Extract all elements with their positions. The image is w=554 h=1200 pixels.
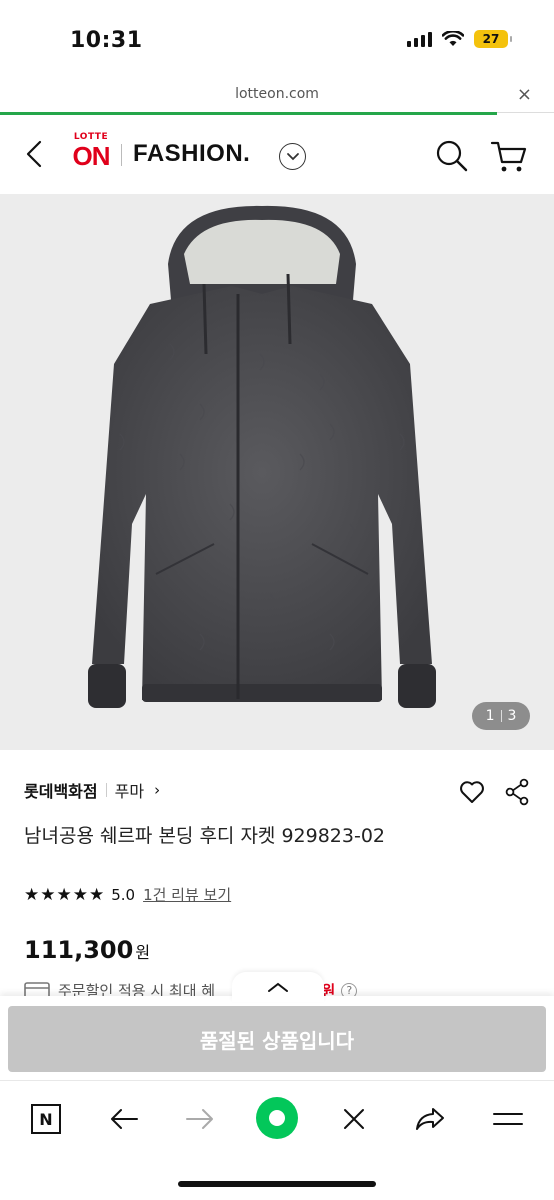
- product-photo-jacket: [0, 194, 554, 750]
- url-bar[interactable]: lotteon.com ×: [0, 80, 554, 114]
- price: 111,300: [24, 936, 134, 964]
- rating-value: 5.0: [111, 885, 136, 904]
- brand-name: 푸마: [114, 782, 145, 801]
- heart-icon: [460, 781, 484, 803]
- section-dropdown-button[interactable]: [279, 143, 306, 170]
- menu-icon: [493, 1113, 523, 1125]
- forward-nav-button[interactable]: [180, 1099, 220, 1139]
- brand-link[interactable]: 롯데백화점 푸마 ›: [24, 778, 160, 802]
- close-icon[interactable]: ×: [517, 84, 532, 105]
- forward-share-icon: [416, 1108, 444, 1130]
- browser-toolbar: N: [0, 1080, 554, 1200]
- rating-row: ★★★★★ 5.0 1건 리뷰 보기: [24, 884, 231, 905]
- image-counter: 1 3: [472, 702, 530, 730]
- product-image-gallery[interactable]: 1 3: [0, 194, 554, 750]
- green-dot-icon: [269, 1110, 285, 1126]
- logo-on-text: ON: [72, 141, 111, 171]
- menu-button[interactable]: [488, 1099, 528, 1139]
- chevron-up-icon: [268, 982, 288, 992]
- chevron-right-icon: ›: [154, 781, 161, 799]
- section-title[interactable]: FASHION.: [133, 140, 250, 168]
- cellular-signal-icon: [407, 31, 432, 47]
- review-link[interactable]: 1건 리뷰 보기: [143, 884, 231, 905]
- image-counter-separator: [500, 710, 502, 722]
- back-icon: [26, 140, 42, 168]
- price-unit: 원: [135, 943, 151, 962]
- share-button[interactable]: [504, 778, 530, 806]
- green-dot-button[interactable]: [256, 1097, 298, 1139]
- arrow-right-icon: [186, 1109, 213, 1129]
- rating-stars: ★★★★★: [24, 884, 106, 905]
- chevron-down-icon: [286, 152, 299, 160]
- product-title: 남녀공용 쉐르파 본딩 후디 자켓 929823-02: [24, 825, 386, 847]
- share-page-button[interactable]: [410, 1099, 450, 1139]
- image-counter-current: 1: [485, 708, 495, 724]
- brand-separator: [105, 783, 107, 797]
- cart-icon: [490, 141, 527, 172]
- arrow-left-icon: [111, 1109, 138, 1129]
- soldout-button[interactable]: 품절된 상품입니다: [8, 1006, 546, 1072]
- naver-home-button[interactable]: N: [26, 1099, 66, 1139]
- like-button[interactable]: [458, 778, 486, 806]
- load-progress-bar: [0, 112, 497, 115]
- status-icons: 27: [407, 30, 512, 48]
- naver-n-text: N: [39, 1110, 52, 1129]
- sheet-toggle-button[interactable]: [232, 972, 324, 1002]
- cart-button[interactable]: [490, 138, 528, 174]
- header-divider: [121, 144, 122, 166]
- purchase-bar: 품절된 상품입니다: [0, 996, 554, 1080]
- price-row: 111,300 원: [24, 936, 150, 964]
- image-counter-total: 3: [507, 708, 517, 724]
- lotteon-logo[interactable]: LOTTE ON: [66, 132, 116, 178]
- store-name: 롯데백화점: [24, 782, 98, 801]
- close-icon: [344, 1109, 364, 1129]
- wifi-icon: [442, 31, 464, 46]
- app-header: LOTTE ON FASHION.: [0, 116, 554, 194]
- status-time: 10:31: [70, 28, 143, 53]
- naver-n-icon: N: [31, 1104, 61, 1134]
- close-tab-button[interactable]: [334, 1099, 374, 1139]
- battery-indicator: 27: [474, 30, 512, 48]
- url-text[interactable]: lotteon.com: [0, 86, 554, 102]
- home-indicator: [178, 1181, 376, 1187]
- back-button[interactable]: [20, 136, 50, 172]
- share-icon: [505, 778, 529, 806]
- search-icon: [436, 140, 468, 172]
- search-button[interactable]: [434, 138, 470, 174]
- status-bar: 10:31 27: [0, 0, 554, 80]
- back-nav-button[interactable]: [104, 1099, 144, 1139]
